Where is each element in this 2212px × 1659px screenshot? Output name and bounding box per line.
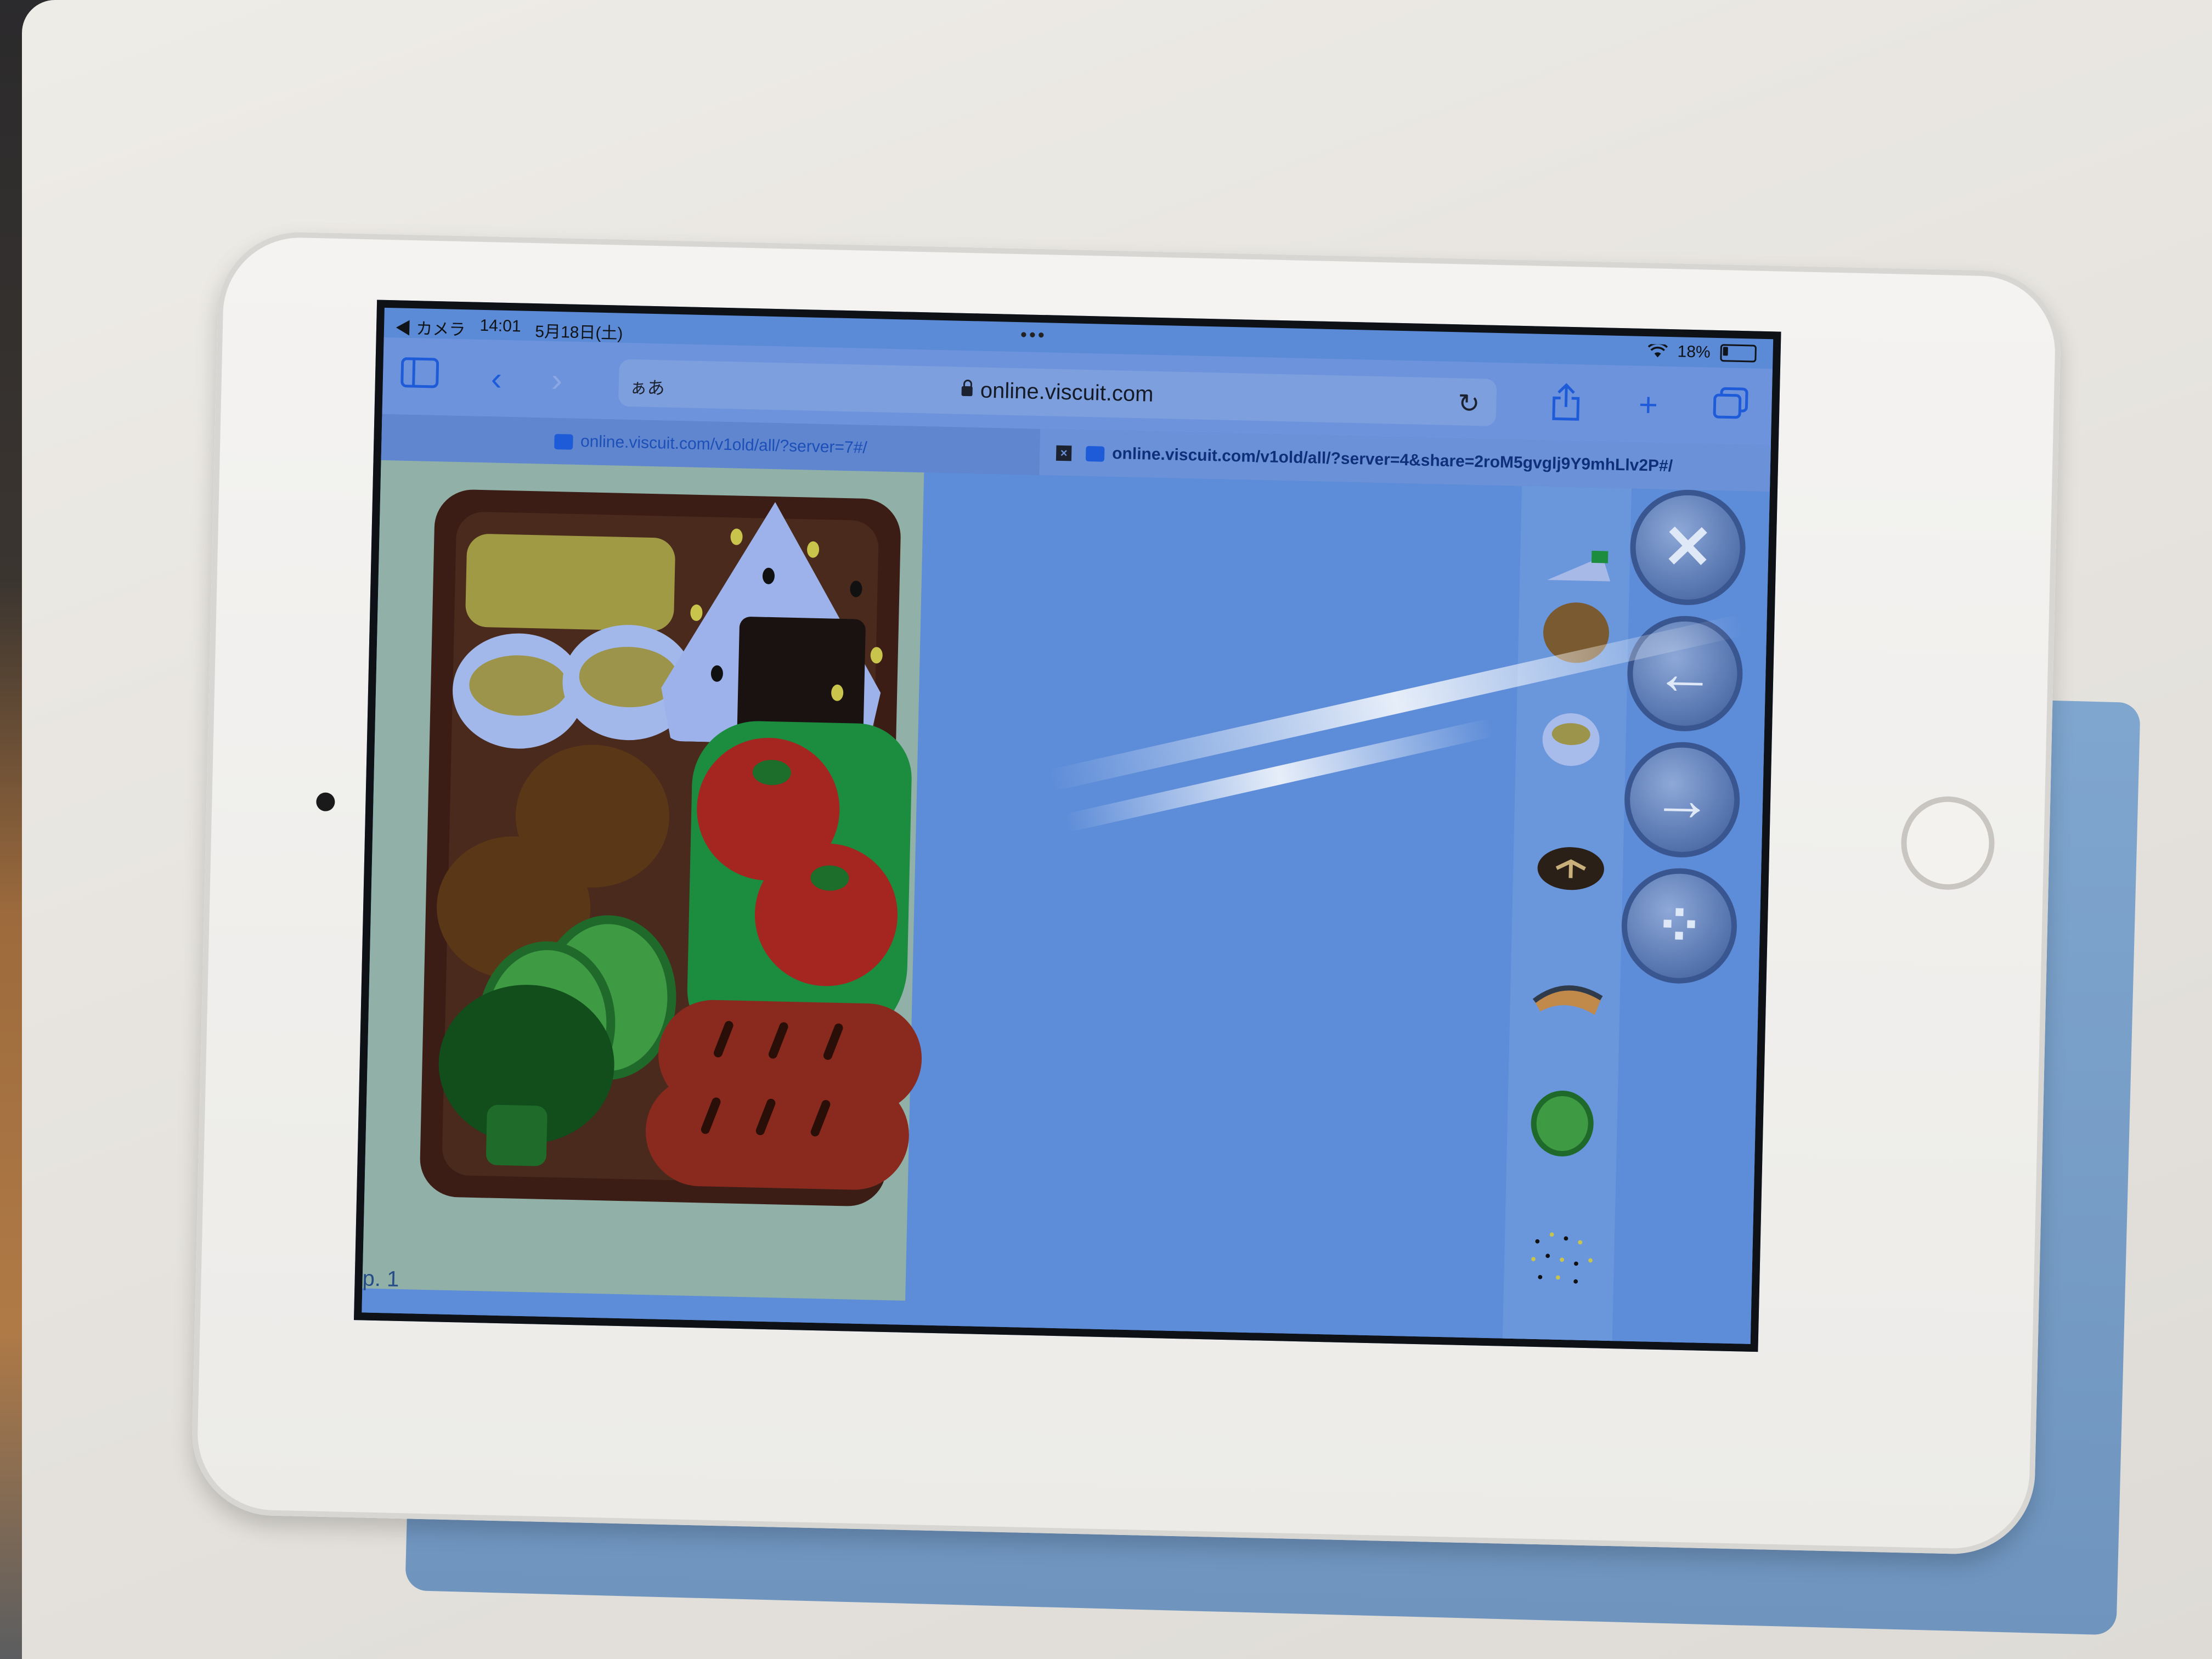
sesame-dot (806, 541, 820, 558)
share-button[interactable] (1545, 382, 1587, 424)
sesame-dot (690, 604, 703, 622)
viscuit-controls: ✕ ← → ⁘ (1615, 488, 1752, 985)
ipad-device: ◀ カメラ 14:01 5月18日(土) ••• 18% ‹ › ぁあ onli… (190, 230, 2063, 1556)
settings-dots-button[interactable]: ⁘ (1620, 867, 1739, 985)
lock-icon (961, 386, 973, 397)
battery-icon (1720, 344, 1757, 363)
front-camera (316, 792, 335, 812)
close-tab-icon[interactable]: × (1056, 445, 1072, 461)
viscuit-stage[interactable]: p. 1 ✕ ← → ⁘ (361, 460, 1774, 1352)
drawing-page[interactable]: p. 1 (362, 460, 924, 1301)
battery-percent: 18% (1677, 342, 1711, 362)
chevron-left-icon: ‹ (490, 360, 503, 397)
sausage-drawing (644, 1075, 911, 1191)
egg-icon[interactable] (1537, 706, 1610, 774)
address-bar[interactable]: ぁあ online.viscuit.com ↻ (618, 359, 1497, 426)
plus-icon: + (1638, 386, 1658, 424)
cucumber-slice-icon[interactable] (1528, 1090, 1601, 1158)
stamp-palette (1502, 486, 1632, 1352)
url-text: online.viscuit.com (980, 378, 1154, 407)
tab-title: online.viscuit.com/v1old/all/?server=7#/ (580, 432, 868, 457)
sidebar-button[interactable] (399, 357, 441, 398)
sidebar-icon (400, 357, 439, 388)
forward-arrow-button[interactable]: → (1623, 741, 1741, 859)
back-button[interactable]: ‹ (476, 358, 517, 400)
share-icon (1552, 383, 1580, 421)
viscuit-favicon-icon (554, 434, 573, 450)
sesame-dots-icon[interactable] (1525, 1211, 1599, 1306)
page-number: p. 1 (362, 1266, 399, 1291)
new-tab-button[interactable]: + (1628, 384, 1669, 426)
shiitake-icon[interactable] (1534, 838, 1607, 900)
bento-interior (435, 511, 923, 1191)
battery-fill (1723, 347, 1728, 356)
tab-title: online.viscuit.com/v1old/all/?server=4&s… (1111, 444, 1673, 476)
salmon-icon[interactable] (1532, 969, 1604, 1026)
viscuit-favicon-icon (1085, 446, 1105, 462)
delete-button[interactable]: ✕ (1629, 488, 1747, 607)
sesame-dot (730, 528, 743, 545)
tabs-icon (1713, 387, 1748, 419)
sesame-dot (870, 647, 883, 664)
back-to-app-link[interactable]: ◀ カメラ (395, 314, 466, 340)
sesame-dot (850, 580, 862, 597)
forward-button[interactable]: › (536, 359, 578, 401)
ipad-screen: ◀ カメラ 14:01 5月18日(土) ••• 18% ‹ › ぁあ onli… (354, 300, 1781, 1352)
home-button[interactable] (1900, 795, 1996, 891)
date: 5月18日(土) (535, 323, 623, 343)
reload-icon[interactable]: ↻ (1458, 388, 1480, 419)
broccoli-stem-drawing (486, 1104, 548, 1166)
chevron-right-icon: › (551, 361, 563, 399)
rice-ball-part-icon[interactable] (1542, 536, 1614, 587)
clock: 14:01 (479, 316, 521, 336)
bento-box-drawing (419, 489, 923, 1207)
tabs-overview-button[interactable] (1710, 386, 1752, 428)
multitask-handle[interactable]: ••• (1020, 324, 1047, 346)
tamagoyaki-drawing (465, 533, 676, 631)
wifi-icon (1647, 344, 1668, 358)
